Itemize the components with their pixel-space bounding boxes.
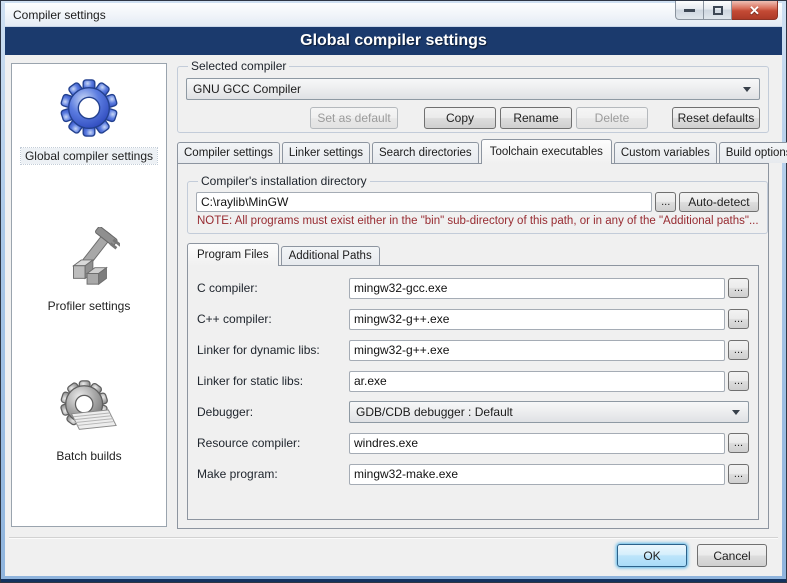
selected-compiler-value: GNU GCC Compiler xyxy=(193,82,743,96)
sidebar-item-label: Global compiler settings xyxy=(21,148,157,164)
compiler-settings-window: Compiler settings ✕ Global compiler sett… xyxy=(0,0,787,583)
installation-note: NOTE: All programs must exist either in … xyxy=(196,215,759,227)
sidebar-item-label: Profiler settings xyxy=(44,298,135,314)
installation-directory-input[interactable] xyxy=(196,192,652,212)
window-controls: ✕ xyxy=(675,1,778,20)
linker-dynamic-label: Linker for dynamic libs: xyxy=(197,343,349,357)
minimize-button[interactable] xyxy=(675,1,704,20)
resource-compiler-label: Resource compiler: xyxy=(197,436,349,450)
make-program-browse-button[interactable]: ... xyxy=(728,464,749,484)
rename-button[interactable]: Rename xyxy=(500,107,572,129)
window-title: Compiler settings xyxy=(13,8,106,22)
subtab-additional-paths[interactable]: Additional Paths xyxy=(281,246,380,265)
debugger-label: Debugger: xyxy=(197,405,349,419)
minimize-icon xyxy=(684,9,695,12)
tab-search-directories[interactable]: Search directories xyxy=(372,142,479,163)
titlebar: Compiler settings ✕ xyxy=(5,3,782,27)
linker-dynamic-row: Linker for dynamic libs: ... xyxy=(197,339,749,361)
chevron-down-icon xyxy=(732,410,740,415)
cpp-compiler-label: C++ compiler: xyxy=(197,312,349,326)
tab-build-options[interactable]: Build options xyxy=(719,142,787,163)
cpp-compiler-browse-button[interactable]: ... xyxy=(728,309,749,329)
subtab-program-files[interactable]: Program Files xyxy=(187,243,279,266)
page-title: Global compiler settings xyxy=(5,27,782,55)
maximize-button[interactable] xyxy=(704,1,732,20)
sidebar-item-global-compiler-settings[interactable]: Global compiler settings xyxy=(12,64,166,214)
footer-buttons: OK Cancel xyxy=(617,544,767,567)
cancel-button[interactable]: Cancel xyxy=(697,544,767,567)
close-icon: ✕ xyxy=(749,4,760,17)
c-compiler-row: C compiler: ... xyxy=(197,277,749,299)
tab-linker-settings[interactable]: Linker settings xyxy=(282,142,370,163)
linker-dynamic-browse-button[interactable]: ... xyxy=(728,340,749,360)
c-compiler-browse-button[interactable]: ... xyxy=(728,278,749,298)
gray-gear-stack-icon xyxy=(57,376,121,440)
c-compiler-label: C compiler: xyxy=(197,281,349,295)
footer-divider xyxy=(9,537,778,539)
resource-compiler-row: Resource compiler: ... xyxy=(197,432,749,454)
settings-category-sidebar: Global compiler settings xyxy=(11,63,167,527)
selected-compiler-group-label: Selected compiler xyxy=(188,59,289,73)
linker-static-browse-button[interactable]: ... xyxy=(728,371,749,391)
linker-static-input[interactable] xyxy=(349,371,725,392)
reset-defaults-button[interactable]: Reset defaults xyxy=(672,107,760,129)
chevron-down-icon xyxy=(743,87,751,92)
installation-directory-group: Compiler's installation directory ... Au… xyxy=(187,174,768,234)
selected-compiler-group: Selected compiler GNU GCC Compiler Set a… xyxy=(177,59,769,133)
resource-compiler-input[interactable] xyxy=(349,433,725,454)
installation-directory-label: Compiler's installation directory xyxy=(198,174,370,188)
resource-compiler-browse-button[interactable]: ... xyxy=(728,433,749,453)
copy-button[interactable]: Copy xyxy=(424,107,496,129)
auto-detect-button[interactable]: Auto-detect xyxy=(679,192,758,212)
blue-gear-icon xyxy=(57,76,121,140)
dialog-content: Global compiler settings xyxy=(5,55,782,576)
browse-directory-button[interactable]: ... xyxy=(655,192,676,212)
caliper-cubes-icon xyxy=(57,226,121,290)
close-button[interactable]: ✕ xyxy=(732,1,778,20)
program-files-panel: C compiler: ... C++ compiler: ... Linker… xyxy=(187,265,759,520)
tab-compiler-settings[interactable]: Compiler settings xyxy=(177,142,280,163)
sidebar-item-batch-builds[interactable]: Batch builds xyxy=(12,364,166,514)
sidebar-item-profiler-settings[interactable]: Profiler settings xyxy=(12,214,166,364)
toolchain-subtabs: Program Files Additional Paths xyxy=(187,242,759,265)
maximize-icon xyxy=(713,6,723,15)
dialog-client-area: Global compiler settings xyxy=(5,27,782,576)
toolchain-executables-panel: Compiler's installation directory ... Au… xyxy=(177,163,769,529)
set-as-default-button[interactable]: Set as default xyxy=(310,107,398,129)
compiler-actions-row: Set as default Copy Rename Delete Reset … xyxy=(186,107,760,129)
cpp-compiler-row: C++ compiler: ... xyxy=(197,308,749,330)
cpp-compiler-input[interactable] xyxy=(349,309,725,330)
debugger-value: GDB/CDB debugger : Default xyxy=(356,405,732,419)
linker-dynamic-input[interactable] xyxy=(349,340,725,361)
tab-toolchain-executables[interactable]: Toolchain executables xyxy=(481,139,612,164)
debugger-row: Debugger: GDB/CDB debugger : Default xyxy=(197,401,749,423)
debugger-dropdown[interactable]: GDB/CDB debugger : Default xyxy=(349,401,749,423)
installation-directory-row: ... Auto-detect xyxy=(196,192,759,212)
make-program-row: Make program: ... xyxy=(197,463,749,485)
compiler-tabs: Compiler settings Linker settings Search… xyxy=(177,138,769,163)
make-program-label: Make program: xyxy=(197,467,349,481)
selected-compiler-dropdown[interactable]: GNU GCC Compiler xyxy=(186,78,760,100)
ok-button[interactable]: OK xyxy=(617,544,687,567)
linker-static-row: Linker for static libs: ... xyxy=(197,370,749,392)
tab-custom-variables[interactable]: Custom variables xyxy=(614,142,717,163)
c-compiler-input[interactable] xyxy=(349,278,725,299)
sidebar-item-label: Batch builds xyxy=(52,448,125,464)
global-compiler-settings-panel: Selected compiler GNU GCC Compiler Set a… xyxy=(177,59,769,529)
delete-button[interactable]: Delete xyxy=(576,107,648,129)
make-program-input[interactable] xyxy=(349,464,725,485)
linker-static-label: Linker for static libs: xyxy=(197,374,349,388)
